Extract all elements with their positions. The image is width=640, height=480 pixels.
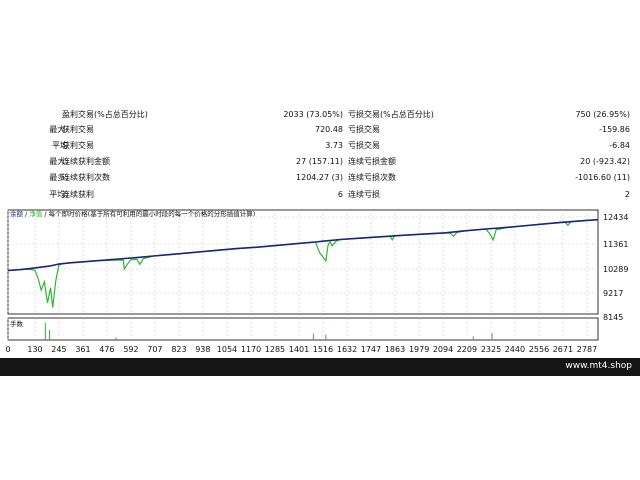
x-tick-label: 1054 [217, 345, 237, 354]
stats-row: 最多: 连续获利次数 1204.27 (3) 连续亏损次数 -1016.60 (11) [0, 171, 640, 185]
stats-row-label-left: 连续获利金额 [62, 157, 110, 166]
x-tick-label: 2671 [553, 345, 573, 354]
y-tick-label: 8145 [603, 313, 623, 322]
x-tick-label: 2556 [529, 345, 549, 354]
stats-row-value-right: 20 (-923.42) [580, 157, 630, 166]
stats-row-label-left: 连续获利次数 [62, 173, 110, 182]
x-tick-label: 2209 [457, 345, 477, 354]
x-tick-label: 361 [75, 345, 90, 354]
footer-site-label: www.mt4.shop [565, 361, 632, 371]
x-tick-label: 2440 [505, 345, 525, 354]
stats-row-label-left: 盈利交易(%占总百分比) [62, 110, 148, 119]
y-tick-label: 12434 [603, 213, 628, 222]
stats-row-label-left: 获利交易 [62, 125, 94, 134]
stats-row-value-left: 6 [337, 190, 343, 199]
x-tick-label: 2787 [577, 345, 597, 354]
y-tick-label: 11361 [603, 240, 628, 249]
stats-row-label-right: 连续亏损次数 [348, 173, 396, 182]
x-tick-label: 938 [195, 345, 210, 354]
stats-row: 平均: 连续获利 6 连续亏损 2 [0, 188, 640, 202]
statistics-panel: 盈利交易(%占总百分比) 2033 (73.05%) 亏损交易(%占总百分比) 750… [0, 104, 640, 202]
stats-row: 平均 获利交易 3.73 亏损交易 -6.84 [0, 139, 640, 153]
x-tick-label: 1285 [265, 345, 285, 354]
x-tick-label: 1401 [289, 345, 309, 354]
stats-row-value-left: 1204.27 (3) [296, 173, 343, 182]
stats-row-value-right: 750 (26.95%) [575, 110, 630, 119]
x-tick-label: 1516 [313, 345, 333, 354]
stats-row-label-right: 亏损交易(%占总百分比) [348, 110, 434, 119]
x-tick-label: 245 [51, 345, 66, 354]
stats-row-value-left: 27 (157.11) [296, 157, 343, 166]
stats-row: 盈利交易(%占总百分比) 2033 (73.05%) 亏损交易(%占总百分比) 750… [0, 108, 640, 122]
lots-plot-frame [7, 317, 599, 341]
footer-bar: www.mt4.shop [0, 358, 640, 376]
stats-row-label-right: 连续亏损 [348, 190, 380, 199]
x-tick-label: 592 [123, 345, 138, 354]
stats-row-value-right: 2 [624, 190, 630, 199]
y-tick-label: 10289 [603, 265, 628, 274]
stats-row-label-right: 亏损交易 [348, 125, 380, 134]
x-tick-label: 2094 [433, 345, 453, 354]
legend-balance: 余额 [10, 209, 24, 218]
lots-label: 手数 [10, 319, 24, 328]
stats-row-label-left: 连续获利 [62, 190, 94, 199]
legend-equity: 净值 [29, 209, 43, 218]
stats-row-value-right: -159.86 [599, 125, 630, 134]
x-tick-label: 2325 [481, 345, 501, 354]
stats-row-label-left: 获利交易 [62, 141, 94, 150]
x-tick-label: 1747 [361, 345, 381, 354]
main-plot-frame [7, 209, 599, 315]
stats-row: 最大: 获利交易 720.48 亏损交易 -159.86 [0, 123, 640, 137]
stats-row-value-right: -6.84 [609, 141, 630, 150]
x-tick-label: 1863 [385, 345, 405, 354]
x-tick-label: 707 [147, 345, 162, 354]
x-tick-label: 0 [5, 345, 10, 354]
x-tick-label: 1170 [241, 345, 261, 354]
stats-row: 最大: 连续获利金额 27 (157.11) 连续亏损金额 20 (-923.42) [0, 155, 640, 169]
legend-description: 每个即时价格(基于所有可利用的最小时段的每一个价格的分形插值计算) [49, 209, 256, 218]
equity-chart-panel: 12434 11361 10289 9217 8145 0 130 245 361 476 592 7… [0, 202, 640, 358]
x-tick-label: 1979 [409, 345, 429, 354]
x-tick-label: 130 [27, 345, 42, 354]
x-tick-label: 476 [99, 345, 114, 354]
x-tick-label: 1632 [337, 345, 357, 354]
y-tick-label: 9217 [603, 289, 623, 298]
balance-equity-chart: 12434 11361 10289 9217 8145 0 130 245 361 476 592 7… [5, 209, 628, 354]
stats-row-value-left: 3.73 [325, 141, 343, 150]
stats-row-label-right: 连续亏损金额 [348, 157, 396, 166]
stats-row-value-right: -1016.60 (11) [575, 173, 630, 182]
stats-row-value-left: 720.48 [315, 125, 343, 134]
stats-row-value-left: 2033 (73.05%) [283, 110, 343, 119]
x-tick-label: 823 [171, 345, 186, 354]
chart-legend: 余额 / 净值 / 每个即时价格(基于所有可利用的最小时段的每一个价格的分形插值… [10, 209, 255, 218]
stats-row-label-right: 亏损交易 [348, 141, 380, 150]
